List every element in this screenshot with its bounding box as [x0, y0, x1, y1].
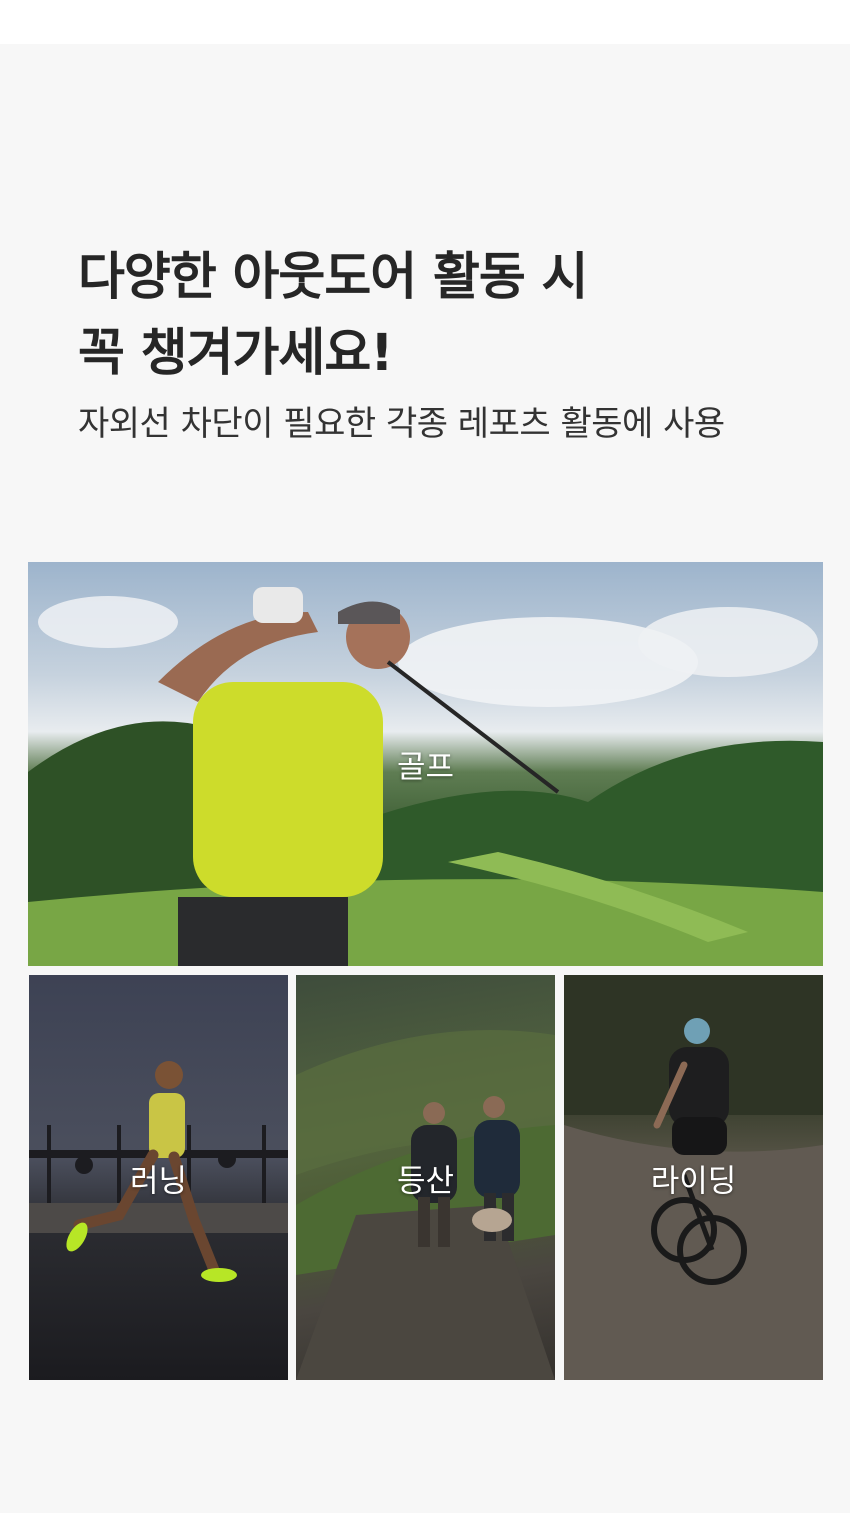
- headline-line-2: 꼭 챙겨가세요!: [78, 324, 394, 383]
- hiking-label: 등산: [396, 1163, 455, 1199]
- running-photo-tile: 러닝: [29, 975, 288, 1380]
- top-strip: [0, 0, 850, 44]
- section-headline: 다양한 아웃도어 활동 시 꼭 챙겨가세요!: [78, 240, 588, 392]
- headline-line-1: 다양한 아웃도어 활동 시: [78, 248, 588, 307]
- golf-photo-tile: 골프: [28, 562, 823, 966]
- running-label: 러닝: [129, 1163, 188, 1199]
- section-subtitle: 자외선 차단이 필요한 각종 레포츠 활동에 사용: [78, 404, 725, 444]
- outdoor-activities-section: 다양한 아웃도어 활동 시 꼭 챙겨가세요! 자외선 차단이 필요한 각종 레포…: [0, 44, 850, 1513]
- riding-photo-tile: 라이딩: [564, 975, 823, 1380]
- riding-label: 라이딩: [650, 1163, 737, 1199]
- hiking-photo-tile: 등산: [296, 975, 555, 1380]
- golf-label: 골프: [396, 749, 455, 786]
